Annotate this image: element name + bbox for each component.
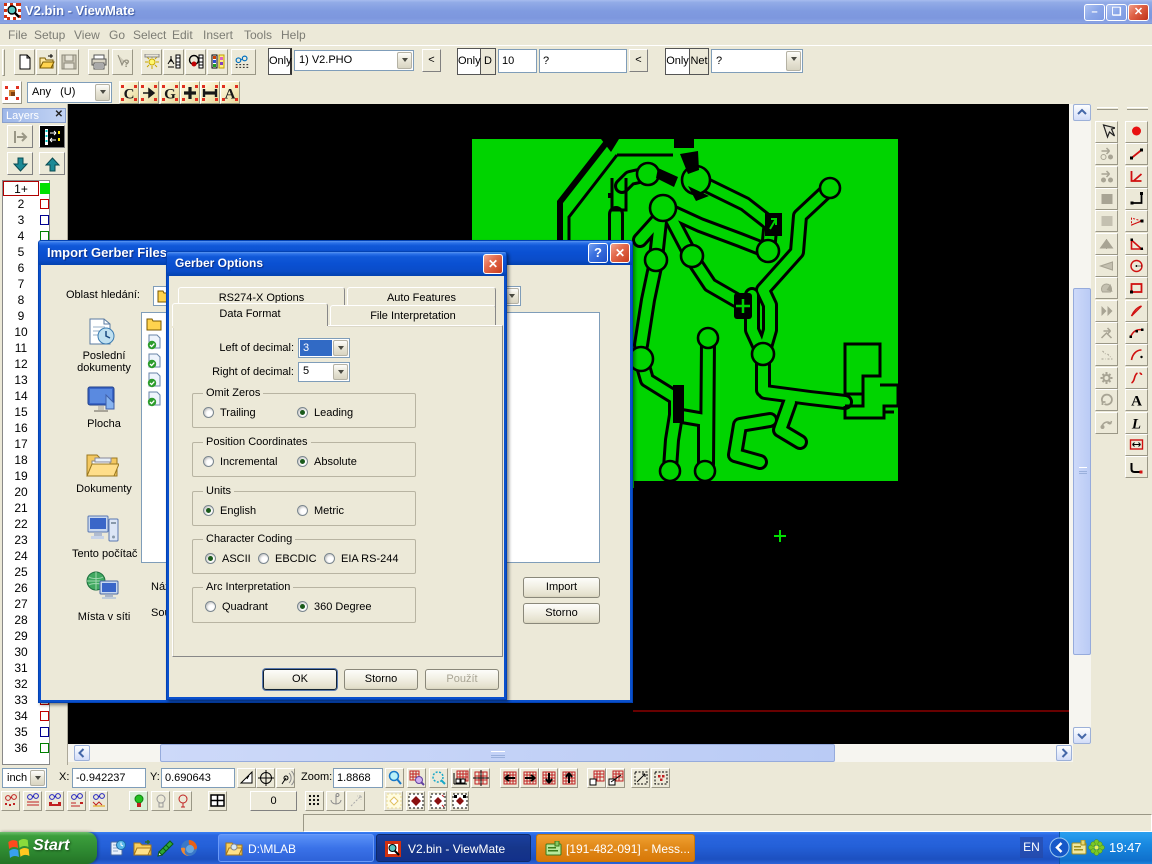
svg-text:C: C: [124, 87, 135, 102]
svg-text:G: G: [164, 87, 176, 102]
svg-text:?: ?: [123, 58, 130, 70]
svg-text:A: A: [1131, 394, 1142, 409]
svg-text:L: L: [1131, 417, 1141, 432]
svg-text:A: A: [225, 87, 236, 102]
